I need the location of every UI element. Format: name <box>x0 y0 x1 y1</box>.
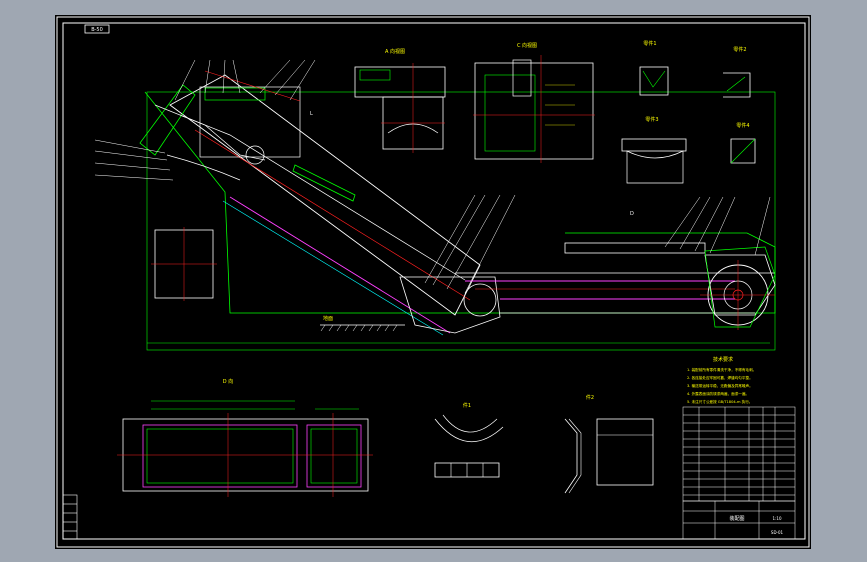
view-d: D 向 <box>117 378 373 497</box>
part-1: 零件1 <box>639 40 669 96</box>
svg-text:D 向: D 向 <box>223 378 233 385</box>
svg-text:零件4: 零件4 <box>736 122 749 129</box>
svg-text:3. 输送带运转平稳，无跑偏及异常噪声。: 3. 输送带运转平稳，无跑偏及异常噪声。 <box>687 383 753 388</box>
svg-text:C 向视图: C 向视图 <box>517 42 537 49</box>
cad-drawing: B-50 地面 L D A 向视图 C 向视图 零件1 零件2 零件3 零件4 … <box>56 16 810 548</box>
detail-2: 件2 <box>564 394 654 494</box>
svg-text:D: D <box>630 211 634 217</box>
tech-req-title: 技术要求 <box>713 356 733 363</box>
drawing-scale: 1:10 <box>773 516 782 521</box>
part-2: 零件2 <box>723 46 751 98</box>
drawing-sheet: B-50 地面 L D A 向视图 C 向视图 零件1 零件2 零件3 零件4 … <box>55 15 811 549</box>
part-3: 零件3 <box>621 116 687 184</box>
svg-text:件1: 件1 <box>463 402 471 409</box>
parts-list <box>682 406 796 502</box>
ground-label: 地面 <box>323 315 333 322</box>
svg-text:A 向视图: A 向视图 <box>385 48 405 55</box>
svg-text:2. 各连接处应牢固可靠，焊缝均匀平整。: 2. 各连接处应牢固可靠，焊缝均匀平整。 <box>687 375 753 380</box>
outer-frame <box>56 16 810 548</box>
svg-text:零件3: 零件3 <box>645 116 658 123</box>
svg-text:L: L <box>310 111 313 117</box>
drawing-title: 装配图 <box>729 515 744 522</box>
title-block: 装配图 SD-01 1:10 <box>682 500 796 540</box>
svg-text:零件2: 零件2 <box>733 46 746 53</box>
sheet-code: B-50 <box>91 27 103 33</box>
svg-text:1. 装配前所有零件清洗干净，不得有毛刺。: 1. 装配前所有零件清洗干净，不得有毛刺。 <box>687 367 756 372</box>
svg-text:4. 外露表面涂防锈漆两遍，面漆一遍。: 4. 外露表面涂防锈漆两遍，面漆一遍。 <box>687 391 749 396</box>
main-assembly-view: 地面 L D <box>94 59 776 351</box>
view-a: A 向视图 <box>354 48 446 153</box>
technical-requirements: 技术要求 1. 装配前所有零件清洗干净，不得有毛刺。 2. 各连接处应牢固可靠，… <box>687 356 756 404</box>
part-4: 零件4 <box>730 122 756 164</box>
drawing-number: SD-01 <box>771 530 784 535</box>
view-c: C 向视图 <box>473 42 595 163</box>
detail-1: 件1 <box>434 402 504 478</box>
svg-text:件2: 件2 <box>586 394 594 401</box>
revision-strip <box>62 494 78 540</box>
svg-text:零件1: 零件1 <box>643 40 656 47</box>
svg-text:5. 未注尺寸公差按 GB/T1804-m 执行。: 5. 未注尺寸公差按 GB/T1804-m 执行。 <box>687 399 752 404</box>
